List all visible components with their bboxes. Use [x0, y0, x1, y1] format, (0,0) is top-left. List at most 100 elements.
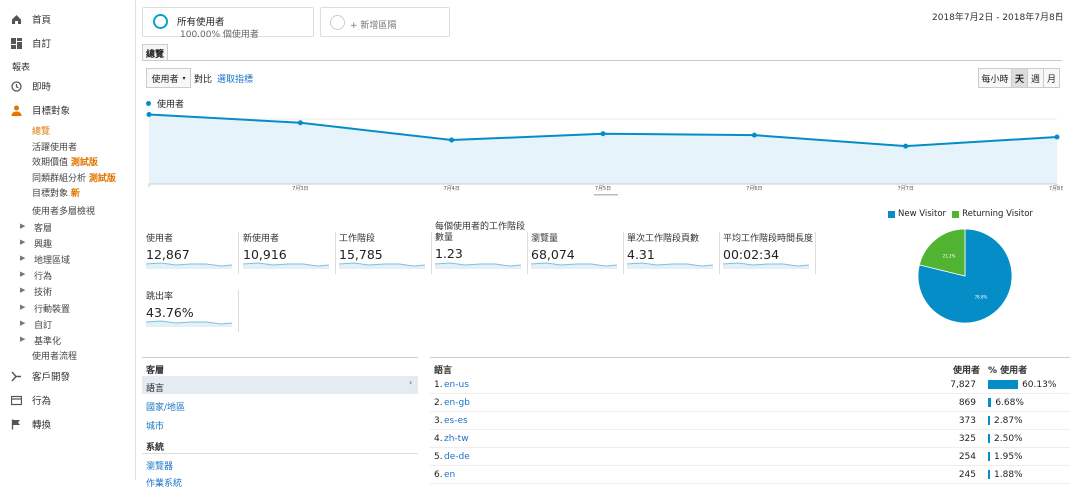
demographics-item-city[interactable]: 城市 — [146, 419, 164, 432]
x-tick-label: 7月5日 — [595, 186, 611, 192]
audience-item-1[interactable]: 活躍使用者 — [32, 140, 77, 153]
x-tick-label: 7月4日 — [443, 186, 459, 192]
data-point[interactable] — [600, 131, 606, 137]
metric-separator — [815, 232, 816, 274]
lang-col-users: 使用者 — [953, 366, 981, 376]
segment-all-users[interactable]: 所有使用者 100.00% 個使用者 — [142, 7, 314, 40]
data-point[interactable] — [903, 143, 909, 149]
expand-triangle-icon[interactable]: ▶ — [20, 286, 25, 294]
audience-item-badge-4: 新 — [70, 189, 80, 199]
home-icon — [10, 13, 22, 25]
metric-6[interactable]: 平均工作階段時間長度 00:02:34 — [723, 234, 815, 262]
nav-custom[interactable]: 自訂 — [0, 33, 136, 53]
expand-triangle-icon[interactable]: ▶ — [20, 222, 25, 230]
add-segment-button[interactable]: + 新增區隔 — [320, 7, 450, 37]
expand-triangle-icon[interactable]: ▶ — [20, 270, 25, 278]
audience-item-badge-3: 測試版 — [88, 174, 116, 184]
tab-overview[interactable]: 總覽 — [142, 44, 168, 61]
nav-user-flow[interactable]: 使用者流程 — [32, 349, 77, 362]
audience-group-4[interactable]: 技術 — [34, 285, 52, 298]
nav-audience[interactable]: 目標對象 — [0, 100, 136, 120]
demographics-item-country[interactable]: 國家/地區 — [146, 400, 185, 413]
audience-item-3[interactable]: 同類群組分析 測試版 — [32, 171, 116, 184]
system-item-os[interactable]: 作業系統 — [146, 476, 182, 489]
nav-home[interactable]: 首頁 — [0, 9, 136, 29]
lang-pct: 2.50% — [994, 434, 1023, 444]
metric-0[interactable]: 使用者 12,867 — [146, 234, 238, 262]
audience-item-5[interactable]: 使用者多層檢視 — [32, 204, 95, 217]
nav-realtime[interactable]: 即時 — [0, 76, 136, 96]
nav-realtime-label: 即時 — [32, 82, 52, 93]
metric-4[interactable]: 瀏覽量 68,074 — [531, 234, 623, 262]
lang-link[interactable]: es-es — [444, 416, 468, 426]
metric-3[interactable]: 每個使用者的工作階段數量 1.23 — [435, 222, 527, 261]
data-point[interactable] — [297, 120, 303, 126]
lang-link[interactable]: zh-tw — [444, 434, 469, 444]
system-item-browser[interactable]: 瀏覽器 — [146, 459, 173, 472]
date-range[interactable]: 2018年7月2日 - 2018年7月8日 — [932, 10, 1064, 23]
metric-1[interactable]: 新使用者 10,916 — [243, 234, 335, 262]
demographics-item-language[interactable]: 語言 — [146, 381, 164, 394]
granularity-1[interactable]: 天 — [1012, 68, 1028, 88]
chevron-right-icon: › — [409, 378, 413, 387]
lang-link[interactable]: en-gb — [444, 398, 470, 408]
nav-conversions[interactable]: 轉換 — [0, 414, 136, 434]
expand-triangle-icon[interactable]: ▶ — [20, 319, 25, 327]
expand-triangle-icon[interactable]: ▶ — [20, 238, 25, 246]
expand-triangle-icon[interactable]: ▶ — [20, 335, 25, 343]
granularity-2[interactable]: 週 — [1028, 68, 1044, 88]
audience-item-0[interactable]: 總覽 — [32, 124, 50, 137]
lang-users: 245 — [958, 470, 976, 480]
lang-pct-bar — [988, 416, 990, 425]
metric-5[interactable]: 單次工作階段頁數 4.31 — [627, 234, 719, 262]
granularity-0[interactable]: 每小時 — [978, 68, 1012, 88]
audience-group-5[interactable]: 行動裝置 — [34, 302, 70, 315]
metric-select[interactable]: 使用者 ▾ — [146, 68, 191, 88]
audience-group-6[interactable]: 自訂 — [34, 318, 52, 331]
audience-group-3[interactable]: 行為 — [34, 269, 52, 282]
metric-2[interactable]: 工作階段 15,785 — [339, 234, 431, 262]
pie-chart: 78.8% 21.2% — [917, 228, 1013, 324]
audience-item-label-1: 活躍使用者 — [32, 143, 78, 153]
expand-triangle-icon[interactable]: ▶ — [20, 254, 25, 262]
audience-group-7[interactable]: 基準化 — [34, 334, 61, 347]
add-segment-circle-icon — [330, 15, 345, 30]
legend-dot-icon — [146, 101, 151, 106]
audience-group-0[interactable]: 客層 — [34, 221, 52, 234]
nav-behavior[interactable]: 行為 — [0, 390, 136, 410]
audience-group-2[interactable]: 地理區域 — [34, 253, 70, 266]
resize-handle[interactable] — [594, 194, 618, 196]
nav-acquisition[interactable]: 客戶開發 — [0, 366, 136, 386]
lang-pct-bar — [988, 380, 1019, 389]
granularity-3[interactable]: 月 — [1044, 68, 1060, 88]
metric-label: 單次工作階段頁數 — [627, 234, 700, 244]
select-metric-link[interactable]: 選取指標 — [217, 72, 253, 85]
metric-7[interactable]: 跳出率 43.76% — [146, 292, 238, 320]
chevron-down-icon[interactable]: ▾ — [1056, 11, 1060, 19]
lang-link[interactable]: en-us — [444, 380, 469, 390]
data-point[interactable] — [1054, 134, 1060, 140]
data-point[interactable] — [146, 112, 152, 118]
lang-rank: 5. — [434, 452, 443, 462]
lang-rank: 3. — [434, 416, 443, 426]
lang-link[interactable]: en — [444, 470, 455, 480]
pie-legend: New Visitor Returning Visitor — [888, 209, 1033, 219]
data-point[interactable] — [751, 132, 757, 138]
audience-group-1[interactable]: 興趣 — [34, 237, 52, 250]
tab-divider — [142, 60, 1062, 61]
person-icon — [10, 104, 22, 116]
data-point[interactable] — [449, 137, 455, 143]
x-tick-label: 7月8日 — [1049, 186, 1063, 192]
metric-label: 新使用者 — [243, 234, 280, 244]
audience-item-2[interactable]: 效期價值 測試版 — [32, 155, 98, 168]
metric-separator — [238, 232, 239, 274]
system-rule — [142, 453, 418, 454]
behavior-icon — [10, 394, 22, 406]
nav-acquisition-label: 客戶開發 — [32, 372, 71, 383]
dropdown-arrow-icon: ▾ — [182, 74, 186, 82]
lang-link[interactable]: de-de — [444, 452, 470, 462]
expand-triangle-icon[interactable]: ▶ — [20, 303, 25, 311]
lang-pct-bar — [988, 452, 990, 461]
metric-label: 使用者 — [146, 234, 174, 244]
audience-item-4[interactable]: 目標對象 新 — [32, 186, 80, 199]
